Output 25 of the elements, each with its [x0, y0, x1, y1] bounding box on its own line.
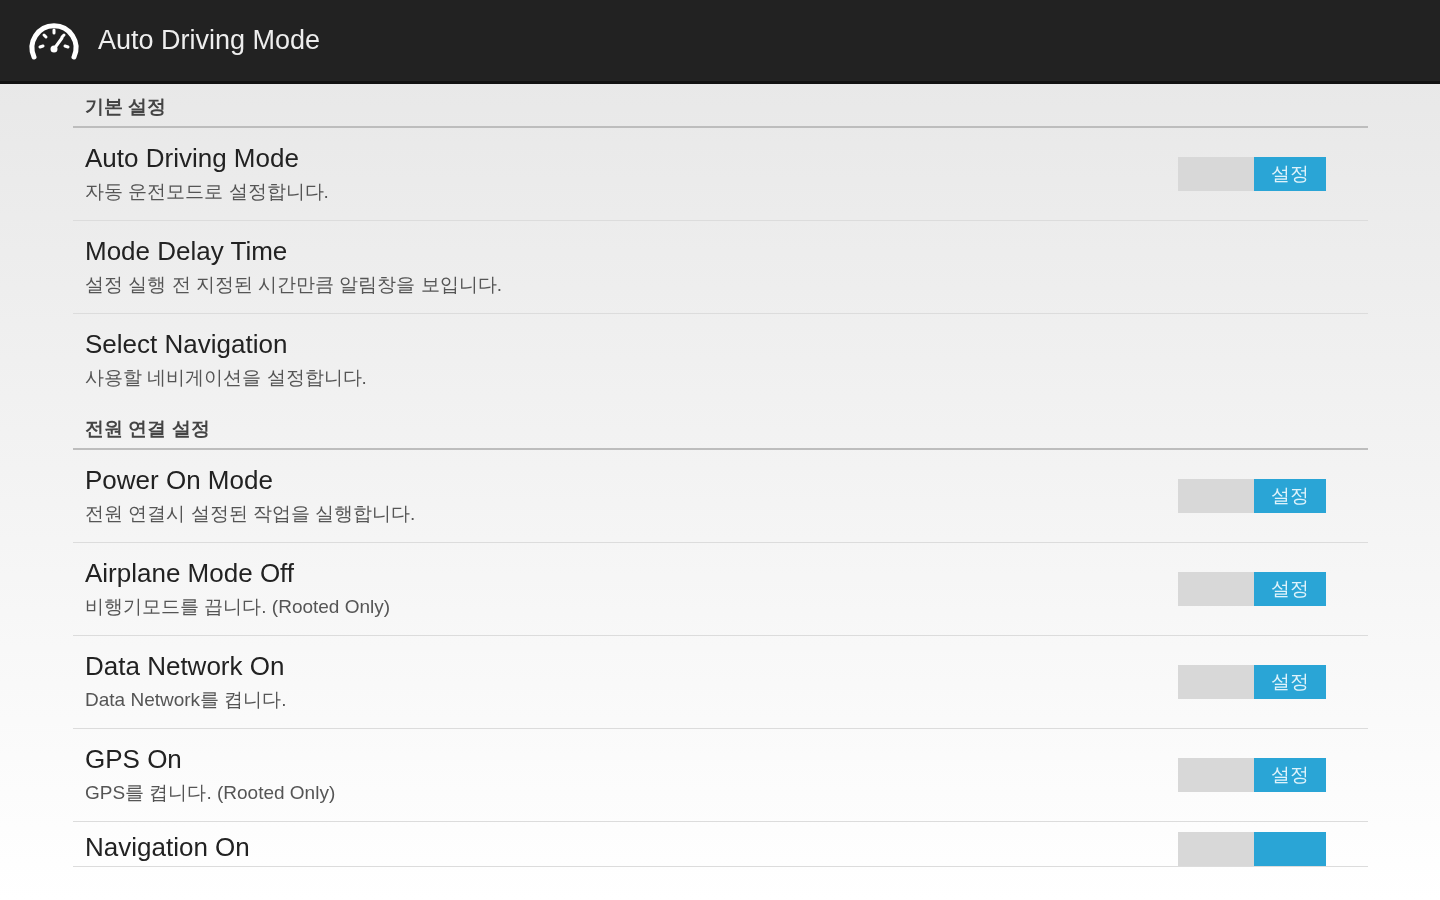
- setting-summary: GPS를 켭니다. (Rooted Only): [85, 781, 337, 805]
- section-header: 전원 연결 설정: [73, 406, 1368, 450]
- toggle-switch[interactable]: 설정: [1178, 572, 1326, 606]
- speedometer-icon: [26, 20, 82, 61]
- setting-summary: 사용할 네비게이션을 설정합니다.: [85, 366, 368, 390]
- setting-summary: 설정 실행 전 지정된 시간만큼 알림창을 보입니다.: [85, 273, 503, 297]
- app-title: Auto Driving Mode: [98, 25, 321, 56]
- setting-summary: 비행기모드를 끕니다. (Rooted Only): [85, 595, 392, 619]
- setting-title: Airplane Mode Off: [85, 558, 296, 589]
- setting-summary: 전원 연결시 설정된 작업을 실행합니다.: [85, 502, 417, 526]
- toggle-switch[interactable]: 설정: [1178, 157, 1326, 191]
- setting-summary: 자동 운전모드로 설정합니다.: [85, 180, 330, 204]
- toggle-switch[interactable]: 설정: [1178, 758, 1326, 792]
- setting-title: Select Navigation: [85, 329, 289, 360]
- setting-title: GPS On: [85, 744, 183, 775]
- setting-summary: Data Network를 켭니다.: [85, 688, 288, 712]
- toggle-switch[interactable]: [1178, 832, 1326, 866]
- toggle-switch[interactable]: 설정: [1178, 665, 1326, 699]
- setting-title: Data Network On: [85, 651, 286, 682]
- toggle-switch[interactable]: 설정: [1178, 479, 1326, 513]
- setting-title: Power On Mode: [85, 465, 274, 496]
- setting-title: Navigation On: [85, 832, 251, 863]
- setting-title: Mode Delay Time: [85, 236, 289, 267]
- section-header: 기본 설정: [73, 84, 1368, 128]
- setting-title: Auto Driving Mode: [85, 143, 300, 174]
